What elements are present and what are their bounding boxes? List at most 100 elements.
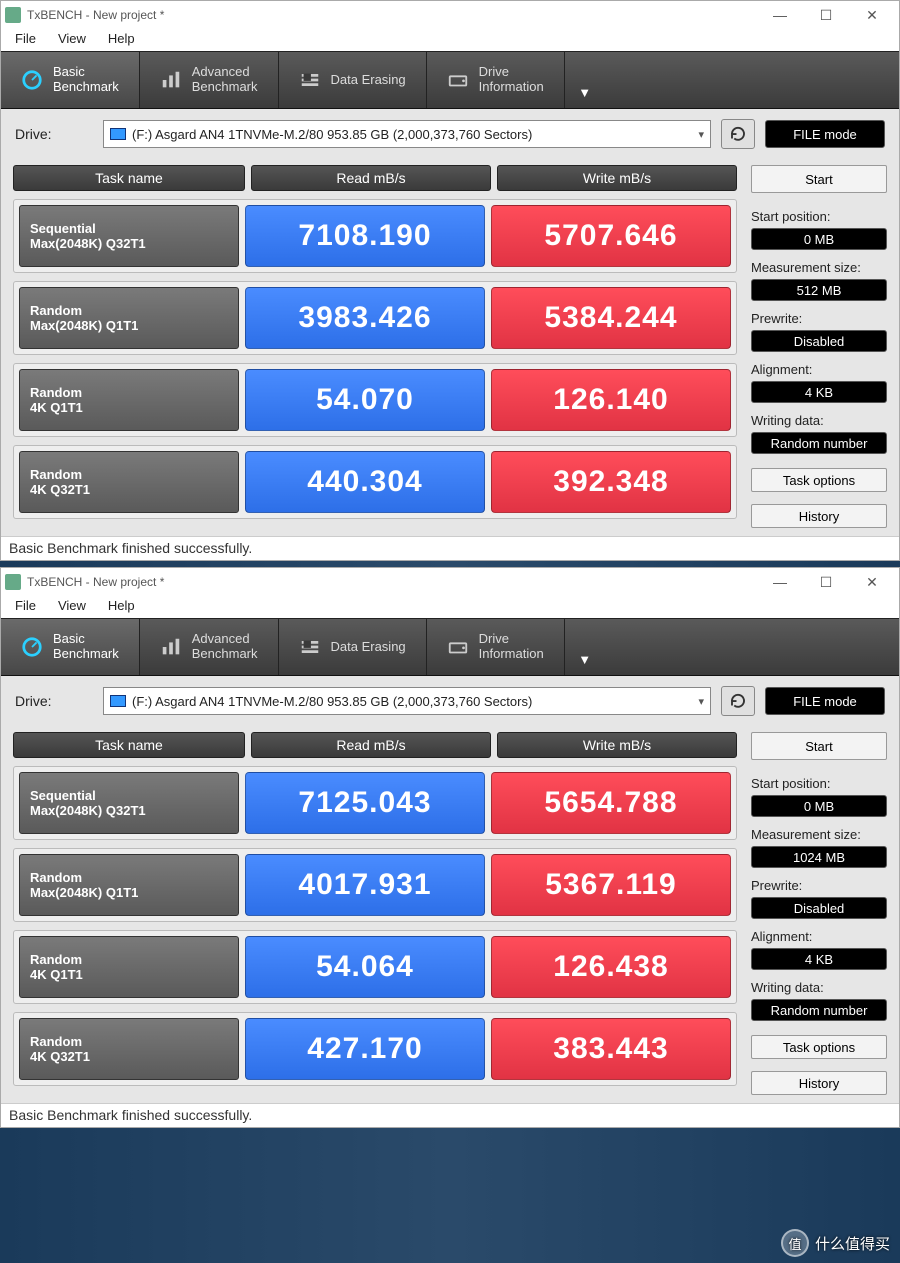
header-task: Task name [13, 732, 245, 758]
minimize-button[interactable]: — [757, 568, 803, 596]
bars-icon [160, 69, 182, 91]
read-value: 54.064 [245, 936, 485, 998]
header-read: Read mB/s [251, 732, 491, 758]
menu-view[interactable]: View [48, 29, 96, 51]
ribbon-tab-3[interactable]: DriveInformation [427, 619, 565, 675]
task-options-button[interactable]: Task options [751, 468, 887, 492]
main-area: Task name Read mB/s Write mB/s Sequentia… [1, 159, 899, 536]
task-name-cell: Random 4K Q32T1 [19, 451, 239, 513]
ribbon-tab-label: DriveInformation [479, 65, 544, 95]
ribbon-tab-1[interactable]: AdvancedBenchmark [140, 619, 279, 675]
ribbon-tab-2[interactable]: Data Erasing [279, 619, 427, 675]
start-button[interactable]: Start [751, 732, 887, 760]
result-row: Random 4K Q1T1 54.064 126.438 [13, 930, 737, 1004]
ribbon-tab-3[interactable]: DriveInformation [427, 52, 565, 108]
menubar: FileViewHelp [1, 596, 899, 618]
chevron-down-icon: ▾ [698, 695, 704, 708]
status-bar: Basic Benchmark finished successfully. [1, 536, 899, 560]
refresh-button[interactable] [721, 119, 755, 149]
menu-file[interactable]: File [5, 596, 46, 618]
drive-value: (F:) Asgard AN4 1TNVMe-M.2/80 953.85 GB … [132, 127, 532, 142]
ribbon-tab-1[interactable]: AdvancedBenchmark [140, 52, 279, 108]
disk-icon [110, 128, 126, 140]
app-window: TxBENCH - New project * — ☐ ✕ FileViewHe… [0, 0, 900, 561]
watermark: 值 什么值得买 [781, 1229, 890, 1257]
measurement-size-value[interactable]: 1024 MB [751, 846, 887, 868]
ribbon-tab-label: Data Erasing [331, 73, 406, 88]
drive-value: (F:) Asgard AN4 1TNVMe-M.2/80 953.85 GB … [132, 694, 532, 709]
task-name-cell: Random 4K Q1T1 [19, 369, 239, 431]
refresh-button[interactable] [721, 686, 755, 716]
file-mode-button[interactable]: FILE mode [765, 687, 885, 715]
task-name-cell: Sequential Max(2048K) Q32T1 [19, 772, 239, 834]
drive-row: Drive: (F:) Asgard AN4 1TNVMe-M.2/80 953… [1, 676, 899, 726]
write-value: 5384.244 [491, 287, 731, 349]
read-value: 440.304 [245, 451, 485, 513]
result-row: Random 4K Q32T1 427.170 383.443 [13, 1012, 737, 1086]
write-value: 392.348 [491, 451, 731, 513]
menu-file[interactable]: File [5, 29, 46, 51]
main-area: Task name Read mB/s Write mB/s Sequentia… [1, 726, 899, 1103]
prewrite-value[interactable]: Disabled [751, 897, 887, 919]
write-value: 383.443 [491, 1018, 731, 1080]
gauge-icon [21, 636, 43, 658]
start-pos-label: Start position: [751, 776, 887, 791]
read-value: 3983.426 [245, 287, 485, 349]
read-value: 4017.931 [245, 854, 485, 916]
task-name-cell: Random 4K Q1T1 [19, 936, 239, 998]
maximize-button[interactable]: ☐ [803, 568, 849, 596]
titlebar[interactable]: TxBENCH - New project * — ☐ ✕ [1, 1, 899, 29]
read-value: 54.070 [245, 369, 485, 431]
alignment-label: Alignment: [751, 929, 887, 944]
result-row: Sequential Max(2048K) Q32T1 7125.043 565… [13, 766, 737, 840]
app-icon [5, 574, 21, 590]
measurement-size-value[interactable]: 512 MB [751, 279, 887, 301]
task-name-cell: Random 4K Q32T1 [19, 1018, 239, 1080]
maximize-button[interactable]: ☐ [803, 1, 849, 29]
file-mode-button[interactable]: FILE mode [765, 120, 885, 148]
ribbon-tab-0[interactable]: BasicBenchmark [1, 619, 140, 675]
ribbon-more-icon[interactable]: ▼ [565, 619, 605, 675]
window-title: TxBENCH - New project * [27, 575, 757, 589]
drive-label: Drive: [15, 126, 93, 142]
header-read: Read mB/s [251, 165, 491, 191]
alignment-value[interactable]: 4 KB [751, 948, 887, 970]
ribbon-more-icon[interactable]: ▼ [565, 52, 605, 108]
writing-data-value[interactable]: Random number [751, 432, 887, 454]
menu-help[interactable]: Help [98, 29, 145, 51]
alignment-label: Alignment: [751, 362, 887, 377]
ribbon-tab-2[interactable]: Data Erasing [279, 52, 427, 108]
header-write: Write mB/s [497, 165, 737, 191]
task-options-button[interactable]: Task options [751, 1035, 887, 1059]
watermark-text: 什么值得买 [815, 1233, 890, 1254]
ribbon: BasicBenchmark AdvancedBenchmark Data Er… [1, 618, 899, 676]
ribbon-tab-label: BasicBenchmark [53, 65, 119, 95]
drive-select[interactable]: (F:) Asgard AN4 1TNVMe-M.2/80 953.85 GB … [103, 687, 711, 715]
history-button[interactable]: History [751, 1071, 887, 1095]
write-value: 5367.119 [491, 854, 731, 916]
titlebar[interactable]: TxBENCH - New project * — ☐ ✕ [1, 568, 899, 596]
ribbon-tab-label: AdvancedBenchmark [192, 632, 258, 662]
history-button[interactable]: History [751, 504, 887, 528]
ribbon: BasicBenchmark AdvancedBenchmark Data Er… [1, 51, 899, 109]
minimize-button[interactable]: — [757, 1, 803, 29]
writing-data-value[interactable]: Random number [751, 999, 887, 1021]
ribbon-tab-0[interactable]: BasicBenchmark [1, 52, 140, 108]
close-button[interactable]: ✕ [849, 1, 895, 29]
menu-view[interactable]: View [48, 596, 96, 618]
start-button[interactable]: Start [751, 165, 887, 193]
start-pos-value[interactable]: 0 MB [751, 795, 887, 817]
menu-help[interactable]: Help [98, 596, 145, 618]
prewrite-value[interactable]: Disabled [751, 330, 887, 352]
side-pane: Start Start position: 0 MB Measurement s… [751, 165, 887, 528]
start-pos-value[interactable]: 0 MB [751, 228, 887, 250]
erase-icon [299, 636, 321, 658]
drive-icon [447, 69, 469, 91]
task-name-cell: Random Max(2048K) Q1T1 [19, 287, 239, 349]
prewrite-label: Prewrite: [751, 878, 887, 893]
drive-select[interactable]: (F:) Asgard AN4 1TNVMe-M.2/80 953.85 GB … [103, 120, 711, 148]
alignment-value[interactable]: 4 KB [751, 381, 887, 403]
column-header: Task name Read mB/s Write mB/s [13, 165, 737, 191]
ribbon-tab-label: DriveInformation [479, 632, 544, 662]
close-button[interactable]: ✕ [849, 568, 895, 596]
